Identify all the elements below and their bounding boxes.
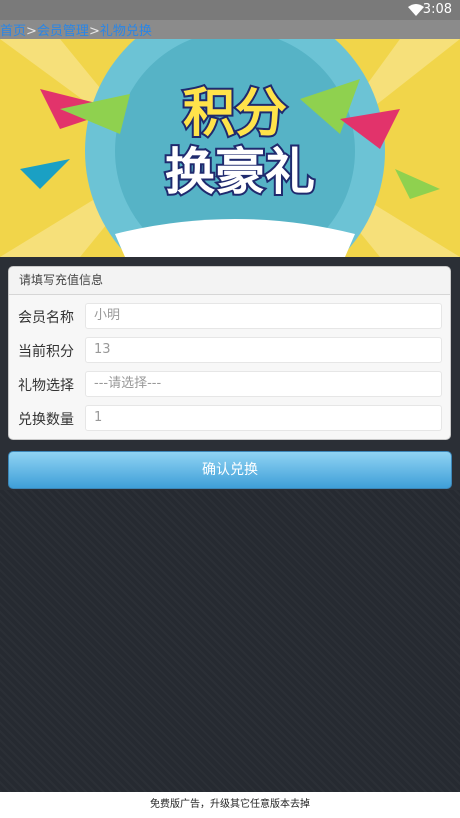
breadcrumb-separator: > [88, 24, 100, 39]
recharge-info-panel: 请填写充值信息 会员名称 小明 当前积分 13 礼物选择 ---请选择--- 兑… [8, 266, 451, 440]
member-name-field[interactable]: 小明 [85, 303, 442, 329]
wifi-icon [408, 4, 424, 16]
banner-title-line2: 换豪礼 [165, 143, 315, 201]
breadcrumb: 首页>会员管理>礼物兑换 [0, 20, 460, 39]
banner-illustration: 积分 换豪礼 [0, 39, 460, 257]
breadcrumb-gift-exchange[interactable]: 礼物兑换 [100, 24, 152, 39]
member-name-row: 会员名称 小明 [9, 303, 450, 331]
promo-banner: 积分 换豪礼 [0, 39, 460, 257]
background-pattern [0, 490, 460, 792]
current-points-row: 当前积分 13 [9, 337, 450, 365]
status-bar: 3:08 [0, 0, 460, 20]
panel-title: 请填写充值信息 [9, 267, 450, 295]
breadcrumb-separator: > [26, 24, 37, 39]
status-time: 3:08 [422, 2, 452, 17]
gift-select-label: 礼物选择 [18, 378, 74, 394]
confirm-exchange-button[interactable]: 确认兑换 [8, 451, 452, 489]
banner-title-line1: 积分 [183, 84, 287, 144]
gift-select-row: 礼物选择 ---请选择--- [9, 371, 450, 399]
member-name-label: 会员名称 [18, 310, 74, 326]
breadcrumb-member-management[interactable]: 会员管理 [37, 24, 89, 39]
quantity-row: 兑换数量 1 [9, 405, 450, 433]
quantity-field[interactable]: 1 [85, 405, 442, 431]
quantity-label: 兑换数量 [18, 412, 74, 428]
ad-banner[interactable]: 免费版广告，升级其它任意版本去掉 [0, 792, 460, 818]
breadcrumb-home[interactable]: 首页 [0, 24, 26, 39]
current-points-field[interactable]: 13 [85, 337, 442, 363]
current-points-label: 当前积分 [18, 344, 74, 360]
gift-select-dropdown[interactable]: ---请选择--- [85, 371, 442, 397]
